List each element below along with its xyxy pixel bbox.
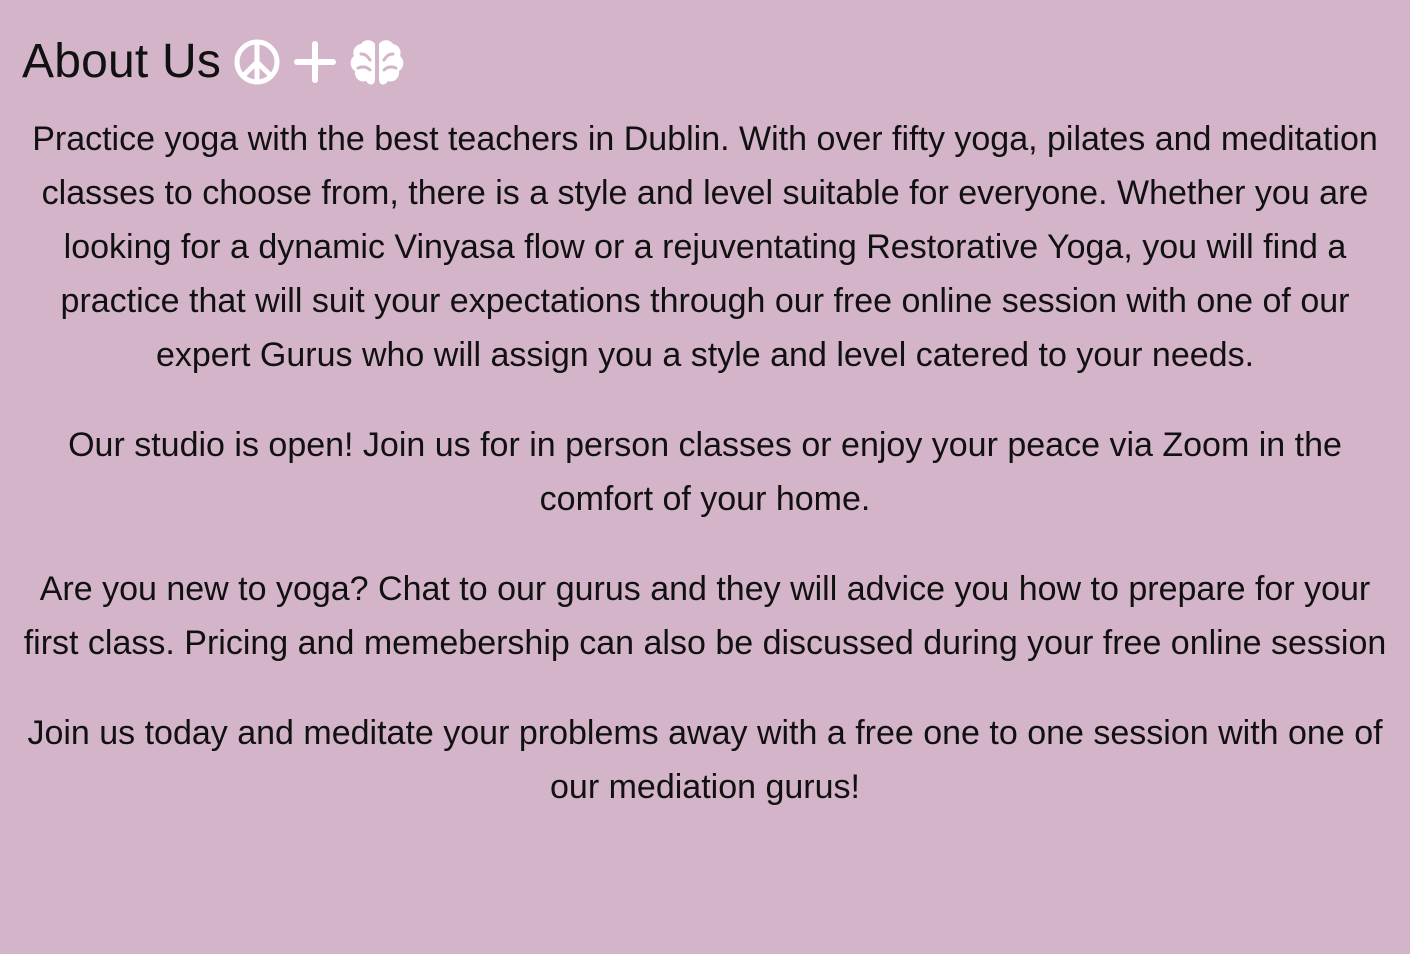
brain-icon [349, 36, 405, 88]
about-title: About Us [22, 35, 222, 88]
about-icons [233, 30, 405, 94]
peace-icon [233, 38, 281, 86]
about-paragraph-intro: Practice yoga with the best teachers in … [32, 120, 1378, 374]
about-paragraph-new-to-yoga: Are you new to yoga? Chat to our gurus a… [23, 570, 1387, 662]
about-paragraph-studio-open: Our studio is open! Join us for in perso… [68, 426, 1342, 518]
about-paragraph-join-today: Join us today and meditate your problems… [27, 714, 1383, 806]
about-section: About Us Practice yoga with the best tea… [0, 0, 1410, 954]
about-heading-row: About Us [22, 30, 1388, 94]
plus-icon [293, 40, 337, 84]
about-content: Practice yoga with the best teachers in … [22, 112, 1388, 814]
